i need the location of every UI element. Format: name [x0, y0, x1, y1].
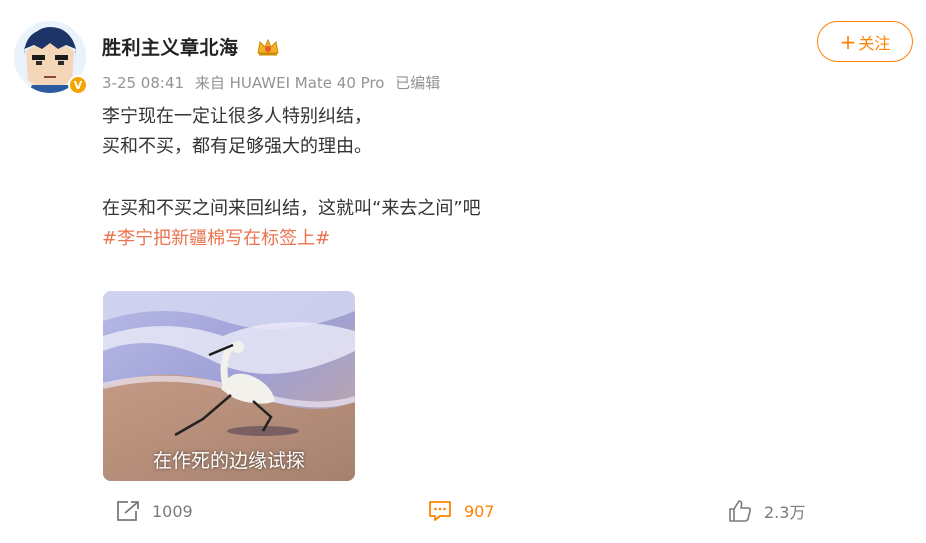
plus-icon: +	[839, 29, 857, 54]
crown-badge-icon	[257, 38, 279, 56]
thumbs-up-icon	[729, 500, 752, 522]
follow-label: 关注	[858, 33, 891, 53]
post-meta: 3-25 08:41 来自 HUAWEI Mate 40 Pro 已编辑	[102, 72, 446, 93]
avatar[interactable]: V	[14, 21, 88, 95]
comment-button[interactable]: 907	[428, 496, 495, 526]
like-button[interactable]: 2.3万	[728, 496, 805, 526]
comment-count: 907	[464, 501, 495, 521]
repost-count: 1009	[152, 501, 193, 521]
image-caption: 在作死的边缘试探	[152, 450, 305, 472]
verified-badge-icon: V	[68, 75, 88, 95]
post-date[interactable]: 3-25 08:41	[102, 74, 184, 92]
post-text-line: 在买和不买之间来回纠结，这就叫“来去之间”吧	[102, 198, 481, 219]
post-source: 来自 HUAWEI Mate 40 Pro	[194, 74, 385, 92]
follow-button[interactable]: + 关注	[817, 21, 913, 62]
repost-button[interactable]: 1009	[116, 496, 193, 526]
post-image[interactable]: 在作死的边缘试探	[103, 291, 355, 481]
post-text-line: 买和不买，都有足够强大的理由。	[102, 136, 372, 157]
post-text-line: 李宁现在一定让很多人特别纠结，	[102, 106, 372, 127]
username[interactable]: 胜利主义章北海	[102, 33, 239, 60]
post-text: 李宁现在一定让很多人特别纠结， 买和不买，都有足够强大的理由。 在买和不买之间来…	[102, 102, 481, 254]
like-count: 2.3万	[764, 503, 806, 522]
comment-icon	[429, 501, 451, 521]
repost-icon	[117, 501, 139, 521]
edited-label[interactable]: 已编辑	[395, 74, 440, 92]
hashtag-link[interactable]: #李宁把新疆棉写在标签上#	[102, 228, 330, 249]
